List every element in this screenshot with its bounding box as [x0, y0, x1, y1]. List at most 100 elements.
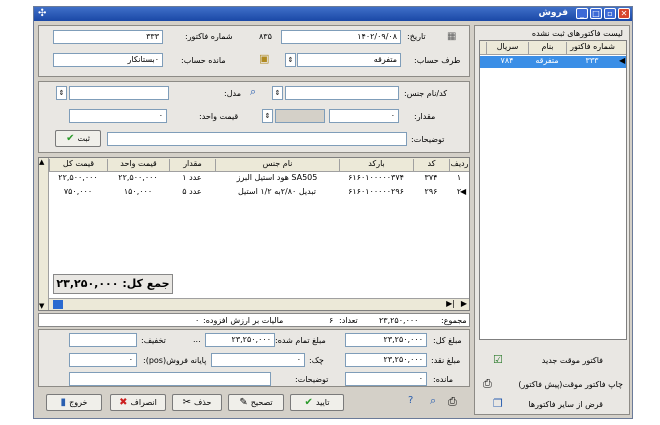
- cancel-label: انصراف: [130, 398, 157, 407]
- submit-item-button[interactable]: ثبت ✔: [55, 130, 101, 147]
- side-cell-serial: ۷۸۴: [500, 56, 514, 65]
- window-icon: ✣: [38, 8, 47, 19]
- print-temp-invoice-action[interactable]: چاپ فاکتور موقت(پیش فاکتور) ⎙: [479, 376, 627, 392]
- total-amount-label: مبلغ کل:: [433, 336, 462, 345]
- discount-field[interactable]: [69, 333, 137, 347]
- print-temp-invoice-label: چاپ فاکتور موقت(پیش فاکتور): [518, 380, 623, 389]
- printer-icon: ⎙: [483, 377, 492, 390]
- side-table-row[interactable]: ۳۳۳ متفرقه ۷۸۴: [480, 56, 626, 68]
- date-field[interactable]: ۱۴۰۲/۰۹/۰۸: [281, 30, 401, 44]
- delete-button[interactable]: حذف ✂: [172, 394, 222, 411]
- total-amount-field: ۲۳,۲۵۰,۰۰۰: [345, 333, 427, 347]
- zoom-icon[interactable]: ⌕: [430, 394, 436, 408]
- unit-dropdown[interactable]: ⇕: [262, 109, 273, 123]
- cell-row: ۱: [456, 173, 462, 182]
- loan-invoice-action[interactable]: قرض از سایر فاکتورها ❐: [479, 396, 627, 412]
- side-table-header: شماره فاکتور بنام سریال: [480, 41, 626, 55]
- col-barcode: بارکد: [339, 159, 413, 171]
- door-icon: ▮: [60, 397, 67, 408]
- account-side-dropdown[interactable]: ⇕: [285, 53, 296, 67]
- restore-button[interactable]: ▫: [604, 8, 616, 19]
- help-icon[interactable]: ?: [408, 395, 413, 406]
- scissors-icon: ✂: [182, 397, 191, 408]
- minimize-button[interactable]: _: [576, 8, 588, 19]
- grand-total-label: جمع کل: ۲۳,۲۵۰,۰۰۰: [53, 274, 173, 294]
- window-title: فروش: [538, 8, 568, 18]
- cell-total: ۷۵۰,۰۰۰: [63, 187, 93, 196]
- vat-label: مالیات بر ارزش افزوده:: [203, 316, 284, 325]
- scroll-end-icon[interactable]: ▶|: [446, 299, 455, 308]
- unit-price-field[interactable]: ۰: [69, 109, 167, 123]
- unsaved-invoices-panel: لیست فاکتورهای ثبت نشده شماره فاکتور بنا…: [474, 25, 630, 415]
- table-row[interactable]: ۲ ۲۹۶ ۶۱۶۰۱۰۰۰۰۰۲۹۶ تبدیل ۲/۸۰به ۱/۲ است…: [49, 187, 469, 199]
- new-temp-invoice-label: فاکتور موقت جدید: [541, 356, 603, 365]
- vertical-scrollbar[interactable]: ▲ ▼: [39, 158, 49, 310]
- cell-name: تبدیل ۲/۸۰به ۱/۲ استیل: [238, 187, 316, 196]
- exit-label: خروج: [69, 398, 88, 407]
- scroll-down-icon[interactable]: ▼: [39, 302, 44, 310]
- confirm-button[interactable]: تایید ✔: [290, 394, 344, 411]
- unsaved-invoices-table: شماره فاکتور بنام سریال ۳۳۳ متفرقه ۷۸۴ ◀: [479, 40, 627, 340]
- col-unit-price: قیمت واحد: [107, 159, 169, 171]
- invoice-number-field[interactable]: ۳۳۳: [53, 30, 163, 44]
- side-cell-invoice: ۳۳۳: [585, 56, 599, 65]
- col-qty: مقدار: [169, 159, 215, 171]
- side-col-invoice: شماره فاکتور: [566, 42, 618, 54]
- sales-window: ✣ _ □ ▫ ✕ فروش ▦ تاریخ: ۱۴۰۲/۰۹/۰۸ ۸۳۵ ش…: [33, 6, 633, 419]
- item-entry-panel: کد/نام جنس: ⇕ ⌕ مدل: ⇕ مقدار: ۰ ⇕ قیمت و…: [38, 81, 470, 153]
- cell-code: ۳۷۴: [424, 173, 438, 182]
- exit-button[interactable]: خروج ▮: [46, 394, 102, 411]
- check-field[interactable]: ۰: [211, 353, 305, 367]
- items-table: ▲ ▼ ردیف کد بارکد نام جنس مقدار قیمت واح…: [38, 157, 470, 311]
- qty-field[interactable]: ۰: [329, 109, 399, 123]
- check-icon: ✔: [66, 133, 75, 144]
- totals-panel: مبلغ کل: ۲۳,۲۵۰,۰۰۰ مبلغ تمام شده: ۲۳,۲۵…: [38, 329, 470, 387]
- cell-name: هود استیل البرز SA505: [236, 173, 318, 182]
- remain-field: ۰: [345, 372, 427, 386]
- discount-label: تخفیف:: [141, 336, 166, 345]
- cell-code: ۲۹۶: [424, 187, 438, 196]
- edit-button[interactable]: تصحیح ✎: [228, 394, 284, 411]
- printer-icon[interactable]: ⎙: [448, 395, 457, 409]
- search-icon[interactable]: ⌕: [250, 85, 256, 99]
- current-row-pointer-icon: ◀: [460, 187, 467, 196]
- table-row[interactable]: ۱ ۳۷۴ ۶۱۶۰۱۰۰۰۰۰۳۷۴ هود استیل البرز SA50…: [49, 173, 469, 185]
- calendar-icon[interactable]: ▦: [447, 31, 456, 42]
- table-header: ردیف کد بارکد نام جنس مقدار قیمت واحد قی…: [49, 158, 469, 172]
- copy-icon: ❐: [493, 397, 503, 410]
- code-dropdown[interactable]: ⇕: [272, 86, 283, 100]
- account-side-field[interactable]: متفرقه: [297, 53, 401, 67]
- scroll-thumb[interactable]: [53, 300, 63, 309]
- edit-label: تصحیح: [250, 398, 273, 407]
- cell-unit-price: ۱۵۰,۰۰۰: [123, 187, 153, 196]
- status-strip: مجموع: ۲۳,۲۵۰,۰۰۰ تعداد: ۶ مالیات بر ارز…: [38, 313, 470, 327]
- pos-field[interactable]: ۰: [69, 353, 137, 367]
- confirm-label: تایید: [315, 398, 330, 407]
- sum-label: مجموع:: [441, 316, 467, 325]
- check-label: چک:: [309, 356, 324, 365]
- model-field[interactable]: [69, 86, 169, 100]
- description-field[interactable]: [107, 132, 407, 146]
- button-bar: ⎙ ⌕ ? تایید ✔ تصحیح ✎ حذف ✂ انصراف ✖ خرو…: [38, 391, 470, 415]
- horizontal-scrollbar[interactable]: ▶ ▶|: [49, 298, 469, 310]
- cancel-button[interactable]: انصراف ✖: [110, 394, 166, 411]
- cash-field[interactable]: ۲۳,۲۵۰,۰۰۰: [345, 353, 427, 367]
- close-button[interactable]: ✕: [618, 8, 630, 19]
- cell-total: ۲۲,۵۰۰,۰۰۰: [58, 173, 98, 182]
- cell-barcode: ۶۱۶۰۱۰۰۰۰۰۲۹۶: [348, 187, 404, 196]
- scroll-up-icon[interactable]: ▲: [39, 158, 44, 166]
- scroll-right-icon[interactable]: ▶: [461, 299, 467, 308]
- cell-qty: ۱ عدد: [182, 173, 202, 182]
- notes-label: توضیحات:: [295, 375, 329, 384]
- unit-field: [275, 109, 325, 123]
- model-dropdown[interactable]: ⇕: [56, 86, 67, 100]
- code-field[interactable]: [285, 86, 399, 100]
- side-row-pointer-icon: ◀: [619, 56, 626, 65]
- maximize-button[interactable]: □: [590, 8, 602, 19]
- notes-field[interactable]: [69, 372, 271, 386]
- count-value: ۶: [329, 316, 334, 325]
- new-temp-invoice-action[interactable]: فاکتور موقت جدید ☑: [479, 352, 627, 368]
- account-lookup-icon[interactable]: ▣: [259, 52, 269, 65]
- dots-button[interactable]: ...: [193, 335, 201, 344]
- pos-label: پایانه فروش(pos):: [143, 356, 207, 365]
